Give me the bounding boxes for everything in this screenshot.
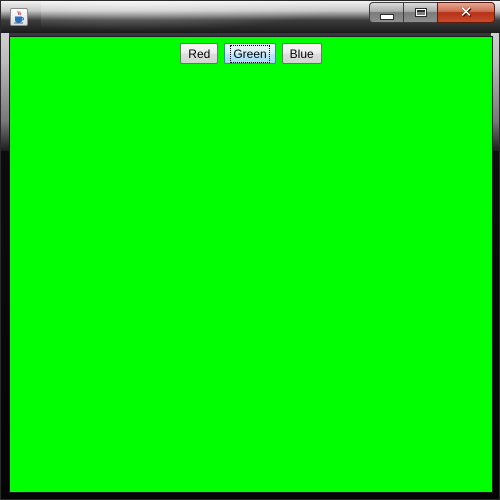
maximize-icon <box>414 8 427 17</box>
close-icon: ✕ <box>459 3 473 21</box>
button-label: Red <box>188 46 211 61</box>
red-button[interactable]: Red <box>180 43 219 64</box>
maximize-button[interactable] <box>403 2 437 23</box>
title-bar-gloss <box>41 1 341 31</box>
window-controls: ✕ <box>369 2 495 24</box>
color-panel: Red Green Blue <box>10 37 492 492</box>
app-window: ✕ Red Green Blue <box>0 0 500 500</box>
button-label: Green <box>230 44 270 63</box>
client-area: Red Green Blue <box>9 36 493 493</box>
button-row: Red Green Blue <box>10 43 492 64</box>
blue-button[interactable]: Blue <box>281 43 322 64</box>
green-button[interactable]: Green <box>224 43 276 64</box>
title-bar[interactable]: ✕ <box>1 1 500 33</box>
minimize-button[interactable] <box>369 2 403 23</box>
close-button[interactable]: ✕ <box>437 2 495 23</box>
java-coffee-cup-icon[interactable] <box>10 8 28 26</box>
button-label: Blue <box>289 46 314 61</box>
minimize-icon <box>379 13 394 20</box>
